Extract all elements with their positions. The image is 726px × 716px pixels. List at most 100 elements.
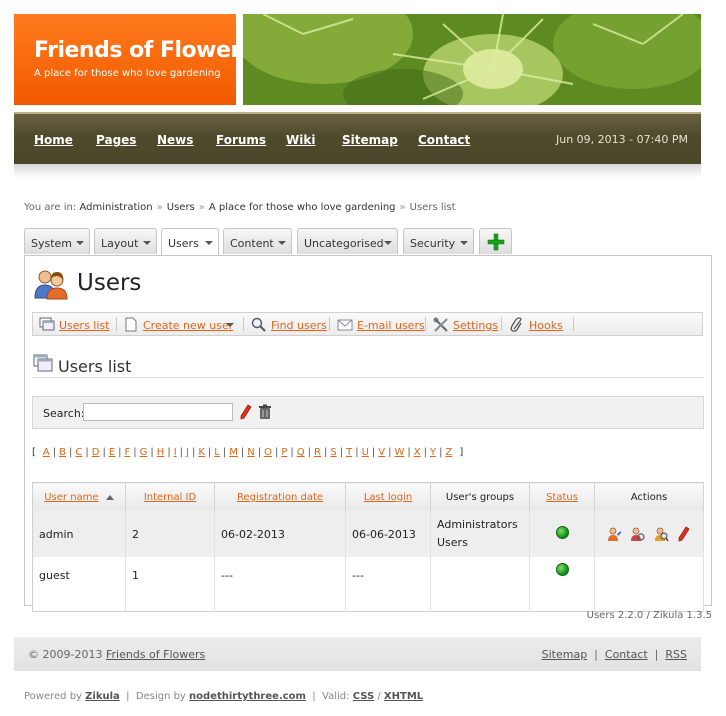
letter-filter-v[interactable]: V — [378, 447, 385, 458]
tab-label: Users — [168, 237, 199, 250]
letter-filter-g[interactable]: G — [140, 447, 148, 458]
letter-filter-e[interactable]: E — [109, 447, 115, 458]
nav-forums[interactable]: Forums — [216, 133, 266, 147]
nav-contact[interactable]: Contact — [418, 133, 470, 147]
tab-label: System — [31, 237, 73, 250]
letter-divider: | — [102, 447, 106, 458]
users-toolbar: Users list Create new user Find users E-… — [32, 312, 703, 336]
chevron-down-icon[interactable] — [143, 241, 151, 245]
letter-filter-m[interactable]: M — [229, 447, 238, 458]
letter-divider: | — [52, 447, 57, 458]
chevron-down-icon[interactable] — [76, 241, 84, 245]
col-registration-date[interactable]: Registration date — [214, 482, 346, 511]
xhtml-valid-link[interactable]: XHTML — [384, 691, 423, 702]
designer-link[interactable]: nodethirtythree.com — [189, 691, 306, 702]
nav-date: Jun 09, 2013 - 07:40 PM — [556, 133, 688, 146]
footer-rss-link[interactable]: RSS — [665, 648, 687, 661]
user-permissions-icon[interactable] — [629, 526, 645, 542]
footer-contact-link[interactable]: Contact — [605, 648, 648, 661]
letter-divider: | — [85, 447, 89, 458]
chevron-down-icon[interactable] — [205, 241, 213, 245]
toolbar-create-new-user[interactable]: Create new user — [143, 319, 233, 332]
letter-filter-x[interactable]: X — [414, 447, 421, 458]
view-user-icon[interactable] — [653, 526, 669, 542]
tab-users[interactable]: Users — [161, 228, 219, 256]
letter-filter-s[interactable]: S — [330, 447, 336, 458]
tab-content[interactable]: Content — [223, 228, 292, 254]
letter-divider: | — [69, 447, 73, 458]
nav-wiki[interactable]: Wiki — [286, 133, 315, 147]
letter-filter-d[interactable]: D — [92, 447, 100, 458]
chevron-down-icon[interactable] — [460, 241, 468, 245]
letter-filter-p[interactable]: P — [281, 447, 287, 458]
letter-filter-w[interactable]: W — [394, 447, 404, 458]
letter-filter-j[interactable]: J — [186, 447, 189, 458]
search-input[interactable] — [83, 403, 233, 421]
letter-filter-t[interactable]: T — [346, 447, 352, 458]
breadcrumb-administration[interactable]: Administration — [79, 202, 152, 213]
cell-last-login: 06-06-2013 — [345, 511, 431, 557]
zikula-link[interactable]: Zikula — [85, 691, 120, 702]
letter-filter-q[interactable]: Q — [297, 447, 305, 458]
copyright-link[interactable]: Friends of Flowers — [106, 648, 205, 661]
letter-filter-o[interactable]: O — [264, 447, 272, 458]
sort-status[interactable]: Status — [546, 492, 578, 503]
sort-user-name[interactable]: User name — [44, 492, 98, 503]
letter-filter-y[interactable]: Y — [430, 447, 436, 458]
footer-sitemap-link[interactable]: Sitemap — [542, 648, 588, 661]
letter-filter-l[interactable]: L — [214, 447, 220, 458]
tab-security[interactable]: Security — [403, 228, 474, 254]
toolbar-find-users[interactable]: Find users — [271, 319, 327, 332]
letter-filter-n[interactable]: N — [247, 447, 254, 458]
pencil-icon[interactable] — [239, 404, 253, 420]
tab-layout[interactable]: Layout — [94, 228, 157, 254]
chevron-down-icon[interactable] — [384, 241, 392, 245]
letter-filter-r[interactable]: R — [314, 447, 321, 458]
letter-filter-a[interactable]: A — [43, 447, 50, 458]
letter-filter-z[interactable]: Z — [445, 447, 452, 458]
users-table: User name Internal ID Registration date … — [32, 482, 704, 612]
sort-registration-date[interactable]: Registration date — [237, 492, 323, 503]
letter-filter-i[interactable]: I — [174, 447, 177, 458]
toolbar-divider — [425, 317, 426, 331]
edit-user-icon[interactable] — [606, 526, 622, 542]
chevron-down-icon[interactable] — [226, 323, 234, 327]
col-user-name[interactable]: User name — [32, 482, 126, 511]
tab-system[interactable]: System — [24, 228, 90, 254]
toolbar-hooks[interactable]: Hooks — [529, 319, 563, 332]
letter-filter-b[interactable]: B — [59, 447, 66, 458]
breadcrumb-site[interactable]: A place for those who love gardening — [209, 202, 396, 213]
col-last-login[interactable]: Last login — [345, 482, 431, 511]
cell-user-name: guest — [32, 557, 126, 593]
letter-filter-f[interactable]: F — [125, 447, 131, 458]
letter-filter-h[interactable]: H — [157, 447, 165, 458]
sort-internal-id[interactable]: Internal ID — [144, 492, 196, 503]
breadcrumb-users[interactable]: Users — [167, 202, 195, 213]
tab-label: Content — [230, 237, 274, 250]
pencil-icon[interactable] — [676, 526, 692, 542]
css-valid-link[interactable]: CSS — [353, 691, 374, 702]
footer-bar: © 2009-2013 Friends of Flowers Sitemap |… — [14, 637, 701, 671]
sort-last-login[interactable]: Last login — [364, 492, 412, 503]
letter-filter-c[interactable]: C — [75, 447, 82, 458]
nav-news[interactable]: News — [157, 133, 193, 147]
letter-filter-k[interactable]: K — [198, 447, 205, 458]
add-tab-button[interactable] — [479, 228, 512, 254]
letter-filter-u[interactable]: U — [362, 447, 369, 458]
site-title[interactable]: Friends of Flowers — [34, 38, 254, 63]
toolbar-settings[interactable]: Settings — [453, 319, 498, 332]
nav-pages[interactable]: Pages — [96, 133, 136, 147]
plus-icon — [487, 233, 505, 251]
tab-uncategorised[interactable]: Uncategorised — [297, 228, 398, 254]
trash-icon[interactable] — [258, 404, 272, 420]
tab-label: Security — [410, 237, 456, 250]
chevron-down-icon[interactable] — [278, 241, 286, 245]
toolbar-users-list[interactable]: Users list — [59, 319, 109, 332]
email-icon — [337, 319, 353, 331]
col-status[interactable]: Status — [529, 482, 595, 511]
nav-sitemap[interactable]: Sitemap — [342, 133, 398, 147]
nav-home[interactable]: Home — [34, 133, 73, 147]
col-internal-id[interactable]: Internal ID — [125, 482, 215, 511]
toolbar-email-users[interactable]: E-mail users — [357, 319, 425, 332]
window-list-icon — [39, 317, 55, 331]
